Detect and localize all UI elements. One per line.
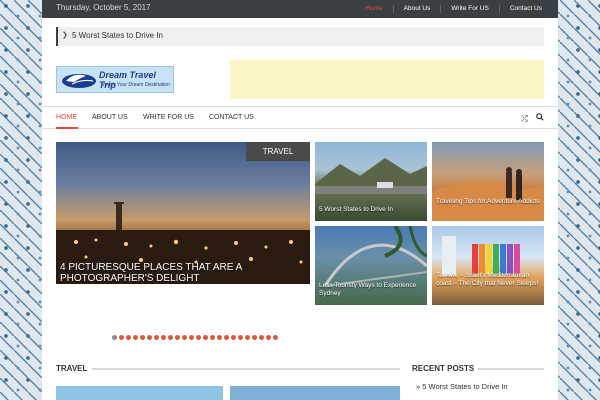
recent-posts-divider	[478, 368, 544, 370]
top-nav-write[interactable]: Write For US	[440, 5, 498, 13]
slider-dot[interactable]	[259, 335, 264, 340]
nav-write[interactable]: WRITE FOR US	[143, 114, 194, 121]
grid-card-3-title[interactable]: Less Touristy Ways to Experience Sydney	[319, 282, 423, 298]
slider-dot[interactable]	[217, 335, 222, 340]
slider-dot[interactable]	[238, 335, 243, 340]
slider-dot[interactable]	[266, 335, 271, 340]
slider-dot[interactable]	[161, 335, 166, 340]
grid-card-1[interactable]: 5 Worst States to Drive In	[315, 142, 427, 221]
slider-dot[interactable]	[182, 335, 187, 340]
top-bar: Thursday, October 5, 2017 Home About Us …	[42, 0, 558, 18]
slider-dot[interactable]	[252, 335, 257, 340]
ticker-headline[interactable]: 5 Worst States to Drive In	[72, 31, 163, 40]
top-nav-about[interactable]: About Us	[392, 5, 441, 13]
logo-tagline: Reach Your Dream Destination	[101, 82, 170, 88]
shuffle-icon[interactable]: ⤮	[521, 114, 527, 123]
slider-dot[interactable]	[231, 335, 236, 340]
slider-dot[interactable]	[196, 335, 201, 340]
current-date: Thursday, October 5, 2017	[56, 3, 151, 12]
page-wrapper: Thursday, October 5, 2017 Home About Us …	[42, 0, 558, 400]
recent-posts-heading: RECENT POSTS	[412, 364, 475, 373]
slider-dot[interactable]	[168, 335, 173, 340]
nav-about[interactable]: ABOUT US	[92, 114, 128, 121]
top-nav-home[interactable]: Home	[355, 5, 392, 13]
nav-tools: ⤮	[515, 113, 544, 124]
chevron-right-icon: ❯	[62, 32, 68, 39]
slider-dot[interactable]	[154, 335, 159, 340]
main-nav: HOME ABOUT US WRITE FOR US CONTACT US ⤮	[42, 106, 558, 129]
recent-post-item[interactable]: » 5 Worst States to Drive In	[416, 382, 508, 391]
grid-card-1-title[interactable]: 5 Worst States to Drive In	[319, 206, 423, 213]
travel-section-divider	[92, 368, 400, 370]
slider-dot[interactable]	[210, 335, 215, 340]
nav-home[interactable]: HOME	[56, 114, 77, 121]
top-nav-contact[interactable]: Contact Us	[498, 5, 552, 13]
slider-dot[interactable]	[133, 335, 138, 340]
grid-card-2[interactable]: Traveling Tips for Adventure Addicts	[432, 142, 544, 221]
chevron-right-icon: »	[416, 382, 421, 391]
nav-contact[interactable]: CONTACT US	[209, 114, 254, 121]
mountain-road-image	[315, 158, 427, 194]
ad-banner[interactable]	[230, 60, 544, 99]
slider-dot[interactable]	[203, 335, 208, 340]
featured-main-title[interactable]: 4 PICTURESQUE PLACES THAT ARE A PHOTOGRA…	[60, 262, 300, 284]
grid-card-4[interactable]: Tel Aviv – Israel's Mediterranean coast …	[432, 226, 544, 305]
site-logo[interactable]: Dream Travel Trip Reach Your Dream Desti…	[56, 66, 174, 93]
grid-card-4-title[interactable]: Tel Aviv – Israel's Mediterranean coast …	[436, 272, 540, 288]
slider-dot[interactable]	[189, 335, 194, 340]
featured-main-card[interactable]: TRAVEL 4 PICTURESQUE PLACES THAT ARE A P…	[56, 142, 310, 284]
top-nav: Home About Us Write For US Contact Us	[355, 0, 552, 18]
logo-emblem-icon	[62, 74, 96, 88]
slider-dot[interactable]	[112, 335, 117, 340]
grid-card-3[interactable]: Less Touristy Ways to Experience Sydney	[315, 226, 427, 305]
slider-dot[interactable]	[140, 335, 145, 340]
travel-thumb-1[interactable]	[56, 386, 223, 400]
travel-thumb-2[interactable]	[230, 386, 400, 400]
category-badge[interactable]: TRAVEL	[246, 142, 310, 161]
search-icon[interactable]	[536, 113, 544, 123]
slider-dot[interactable]	[273, 335, 278, 340]
travel-section-heading: TRAVEL	[56, 364, 88, 373]
recent-post-title[interactable]: 5 Worst States to Drive In	[422, 382, 507, 391]
desert-camel-image	[432, 167, 544, 221]
nav-active-indicator	[56, 127, 78, 129]
slider-dot[interactable]	[224, 335, 229, 340]
grid-card-2-title[interactable]: Traveling Tips for Adventure Addicts	[436, 198, 540, 206]
slider-dot[interactable]	[126, 335, 131, 340]
slider-dot[interactable]	[119, 335, 124, 340]
slider-pagination	[112, 335, 278, 341]
news-ticker[interactable]: ❯ 5 Worst States to Drive In	[56, 27, 544, 46]
slider-dot[interactable]	[147, 335, 152, 340]
slider-dot[interactable]	[245, 335, 250, 340]
slider-dot[interactable]	[175, 335, 180, 340]
